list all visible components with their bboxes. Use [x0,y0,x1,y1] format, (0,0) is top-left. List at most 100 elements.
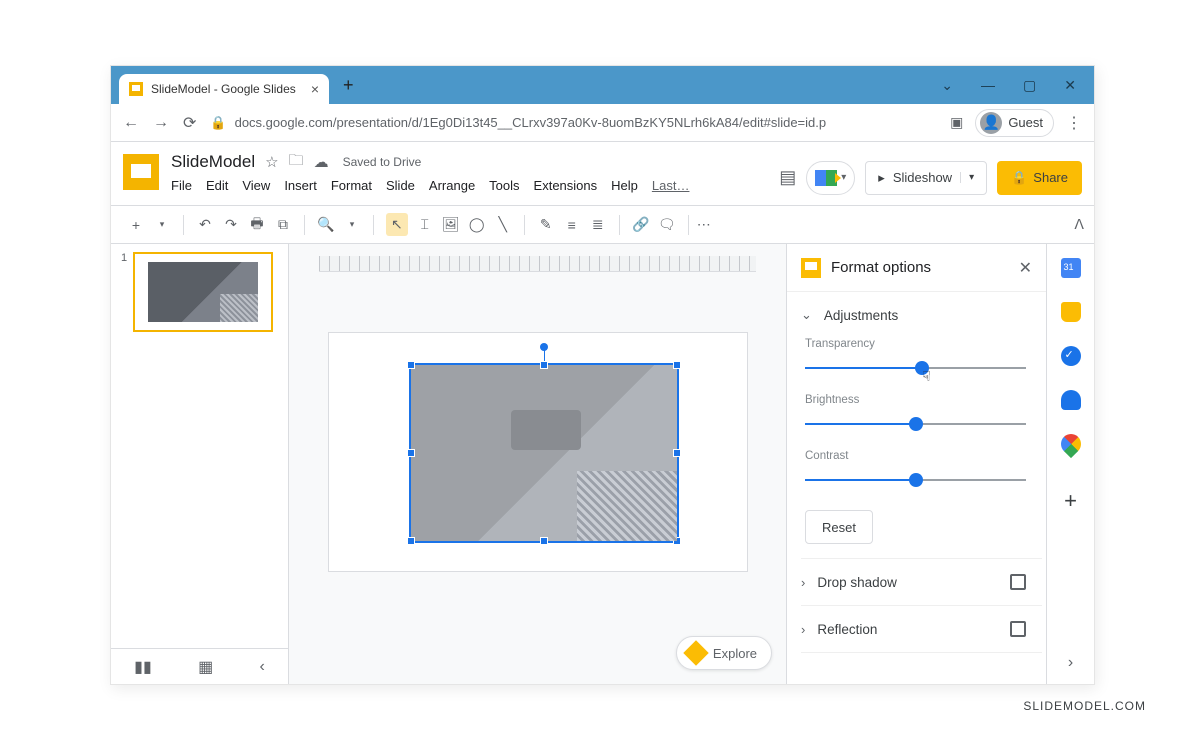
print-icon[interactable]: 🖶 [248,213,266,237]
resize-handle-nw[interactable] [407,361,415,369]
close-tab-icon[interactable]: × [311,81,319,97]
slideshow-label: Slideshow [893,170,952,185]
star-icon[interactable]: ☆ [265,153,278,171]
border-color-icon[interactable]: ✎ [537,216,555,233]
resize-handle-se[interactable] [673,537,681,545]
select-tool-icon[interactable]: ↖ [386,213,408,236]
slideshow-button[interactable]: ▸ Slideshow ▾ [865,161,987,195]
expand-rail-icon[interactable]: › [1068,654,1073,672]
keep-icon[interactable] [1061,302,1081,322]
menu-tools[interactable]: Tools [489,178,519,193]
section-adjustments: ⌄ Adjustments Transparency ☟ [801,292,1042,559]
chevron-down-icon[interactable]: ▾ [153,219,171,230]
shape-tool-icon[interactable]: ◯ [468,216,486,233]
collapse-toolbar-icon[interactable]: ᐱ [1074,216,1084,233]
nav-forward-icon[interactable]: → [153,114,169,132]
drop-shadow-checkbox[interactable] [1010,574,1026,590]
nav-back-icon[interactable]: ← [123,114,139,132]
calendar-icon[interactable] [1061,258,1081,278]
slider-thumb[interactable] [909,473,923,487]
border-weight-icon[interactable]: ≡ [563,217,581,233]
slide-canvas[interactable] [328,332,748,572]
format-options-icon [801,258,821,278]
window-minimize-icon[interactable]: — [981,77,995,94]
image-tool-icon[interactable]: 🖼 [442,216,460,233]
menu-slide[interactable]: Slide [386,178,415,193]
profile-button[interactable]: 👤 Guest [975,109,1054,137]
menu-format[interactable]: Format [331,178,372,193]
resize-handle-sw[interactable] [407,537,415,545]
slides-logo-icon[interactable] [123,154,159,190]
url-display[interactable]: 🔒 docs.google.com/presentation/d/1Eg0Di1… [210,115,826,131]
resize-handle-e[interactable] [673,449,681,457]
menu-view[interactable]: View [242,178,270,193]
resize-handle-s[interactable] [540,537,548,545]
brightness-slider[interactable] [805,414,1026,434]
close-panel-icon[interactable]: ✕ [1019,258,1032,278]
menu-insert[interactable]: Insert [284,178,317,193]
resize-handle-ne[interactable] [673,361,681,369]
undo-icon[interactable]: ↶ [196,216,214,233]
add-on-plus-icon[interactable]: + [1064,488,1077,514]
grid-view-icon[interactable]: ▦ [198,657,213,677]
menu-file[interactable]: File [171,178,192,193]
link-icon[interactable]: 🔗 [632,216,650,233]
slider-thumb[interactable] [909,417,923,431]
slide-thumbnail[interactable] [133,252,273,332]
share-label: Share [1033,170,1068,185]
new-tab-button[interactable]: + [343,75,354,96]
section-header-reflection[interactable]: › Reflection [801,606,1042,652]
browser-menu-icon[interactable]: ⋮ [1066,113,1082,133]
zoom-icon[interactable]: 🔍 [317,216,335,233]
maps-icon[interactable] [1056,430,1084,458]
menu-arrange[interactable]: Arrange [429,178,475,193]
canvas-area[interactable]: Explore [289,244,786,684]
saved-status: Saved to Drive [343,155,422,169]
textbox-tool-icon[interactable]: ⌶ [416,216,434,233]
url-text: docs.google.com/presentation/d/1Eg0Di13t… [235,115,827,130]
comment-add-icon[interactable]: 🗨 [658,216,676,233]
comments-icon[interactable]: ▤ [779,167,796,188]
window-collapse-icon[interactable]: ⌄ [941,77,953,94]
more-tools-icon[interactable]: ⋯ [695,216,713,233]
rotation-handle[interactable] [540,343,548,351]
panel-toggle-icon[interactable]: ▣ [950,114,963,131]
line-tool-icon[interactable]: ╲ [494,216,512,233]
chevron-down-icon: ▾ [841,172,846,183]
contrast-slider[interactable] [805,470,1026,490]
menu-extensions[interactable]: Extensions [534,178,598,193]
document-title[interactable]: SlideModel [171,152,255,172]
new-slide-button[interactable]: + [127,217,145,233]
reflection-checkbox[interactable] [1010,621,1026,637]
menu-help[interactable]: Help [611,178,638,193]
browser-tab[interactable]: SlideModel - Google Slides × [119,74,329,104]
window-close-icon[interactable]: ✕ [1064,77,1076,94]
paint-format-icon[interactable]: ⧉ [274,216,292,233]
reset-button[interactable]: Reset [805,510,873,544]
selected-image[interactable] [409,363,679,543]
border-dash-icon[interactable]: ≣ [589,216,607,233]
resize-handle-w[interactable] [407,449,415,457]
chevron-down-icon[interactable]: ▾ [960,172,974,183]
meet-button[interactable]: ▾ [806,161,855,195]
contacts-icon[interactable] [1061,390,1081,410]
collapse-filmstrip-icon[interactable]: ‹ [260,658,265,676]
chevron-down-icon[interactable]: ▾ [343,219,361,230]
brightness-label: Brightness [805,394,1026,406]
last-edit-link[interactable]: Last… [652,178,690,193]
section-header-adjustments[interactable]: ⌄ Adjustments [801,292,1042,338]
tab-title: SlideModel - Google Slides [151,82,303,96]
window-maximize-icon[interactable]: ▢ [1023,77,1036,94]
move-folder-icon[interactable]: 🗀 [289,150,304,175]
tasks-icon[interactable] [1061,346,1081,366]
menu-edit[interactable]: Edit [206,178,228,193]
share-button[interactable]: 🔒 Share [997,161,1082,195]
redo-icon[interactable]: ↷ [222,216,240,233]
resize-handle-n[interactable] [540,361,548,369]
explore-button[interactable]: Explore [676,636,772,670]
section-header-drop-shadow[interactable]: › Drop shadow [801,559,1042,605]
section-reflection: › Reflection [801,606,1042,653]
filmstrip-view-icon[interactable]: ▮▮ [134,657,152,677]
transparency-slider[interactable]: ☟ [805,358,1026,378]
nav-reload-icon[interactable]: ⟳ [183,113,196,133]
